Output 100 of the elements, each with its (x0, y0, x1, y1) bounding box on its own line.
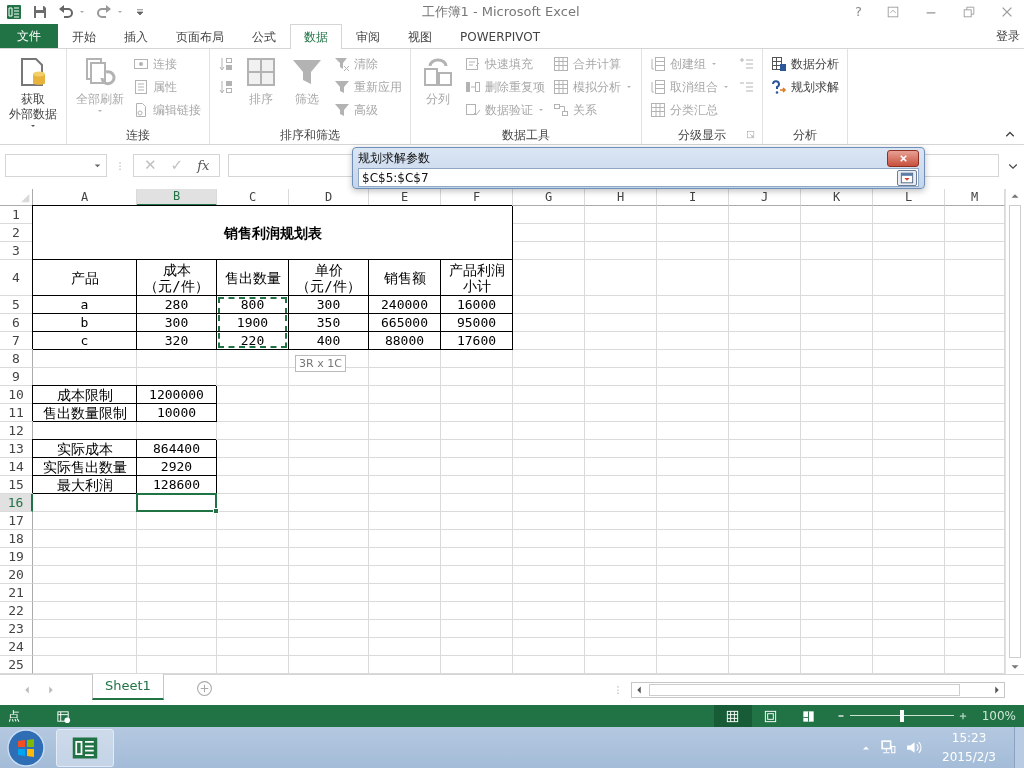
empty-cell[interactable] (137, 530, 217, 548)
row-header[interactable]: 23 (0, 620, 33, 638)
empty-cell[interactable] (801, 458, 873, 476)
empty-cell[interactable] (657, 422, 729, 440)
empty-cell[interactable] (289, 458, 369, 476)
empty-cell[interactable] (441, 530, 513, 548)
empty-cell[interactable] (513, 386, 585, 404)
empty-cell[interactable] (801, 476, 873, 494)
empty-cell[interactable] (801, 368, 873, 386)
zoom-level[interactable]: 100% (981, 707, 1016, 725)
empty-cell[interactable] (729, 242, 801, 260)
empty-cell[interactable] (873, 638, 945, 656)
empty-cell[interactable] (369, 548, 441, 566)
taskbar-button[interactable] (56, 728, 114, 767)
empty-cell[interactable] (873, 458, 945, 476)
empty-cell[interactable] (729, 602, 801, 620)
ribbon-tab[interactable]: 数据 (290, 24, 342, 49)
ribbon-button[interactable]: 数据分析 (769, 52, 841, 75)
empty-cell[interactable] (513, 350, 585, 368)
column-header[interactable]: G (513, 189, 585, 206)
empty-cell[interactable] (369, 440, 441, 458)
empty-cell[interactable] (217, 620, 289, 638)
empty-cell[interactable] (657, 296, 729, 314)
empty-cell[interactable] (513, 566, 585, 584)
empty-cell[interactable] (137, 584, 217, 602)
collapse-button[interactable] (897, 169, 917, 186)
empty-cell[interactable] (441, 512, 513, 530)
empty-cell[interactable] (585, 260, 657, 296)
empty-cell[interactable] (873, 350, 945, 368)
empty-cell[interactable] (513, 458, 585, 476)
sign-in-link[interactable]: 登录 (996, 24, 1020, 48)
empty-cell[interactable] (137, 638, 217, 656)
empty-cell[interactable] (801, 260, 873, 296)
empty-cell[interactable] (873, 314, 945, 332)
macro-record-icon[interactable] (56, 708, 71, 724)
redo-icon[interactable] (96, 4, 112, 20)
empty-cell[interactable] (513, 602, 585, 620)
empty-cell[interactable] (441, 368, 513, 386)
empty-cell[interactable] (873, 404, 945, 422)
empty-cell[interactable] (801, 512, 873, 530)
empty-cell[interactable] (657, 440, 729, 458)
empty-cell[interactable] (873, 548, 945, 566)
caret-icon[interactable] (116, 8, 124, 16)
empty-cell[interactable] (801, 548, 873, 566)
empty-cell[interactable] (137, 548, 217, 566)
zoom-in-icon[interactable] (957, 711, 968, 721)
empty-cell[interactable] (657, 458, 729, 476)
empty-cell[interactable] (369, 530, 441, 548)
empty-cell[interactable] (657, 494, 729, 512)
empty-cell[interactable] (585, 206, 657, 224)
empty-cell[interactable] (585, 638, 657, 656)
empty-cell[interactable] (873, 584, 945, 602)
show-desktop-button[interactable] (1014, 727, 1024, 768)
empty-cell[interactable] (513, 548, 585, 566)
empty-cell[interactable] (289, 476, 369, 494)
row-header[interactable]: 9 (0, 368, 33, 386)
empty-cell[interactable] (657, 242, 729, 260)
empty-cell[interactable] (801, 440, 873, 458)
empty-cell[interactable] (585, 584, 657, 602)
empty-cell[interactable] (441, 638, 513, 656)
column-header[interactable]: J (729, 189, 801, 206)
empty-cell[interactable] (585, 566, 657, 584)
empty-cell[interactable] (585, 350, 657, 368)
empty-cell[interactable] (657, 602, 729, 620)
empty-cell[interactable] (369, 368, 441, 386)
empty-cell[interactable] (369, 404, 441, 422)
empty-cell[interactable] (585, 224, 657, 242)
empty-cell[interactable] (585, 242, 657, 260)
empty-cell[interactable] (657, 386, 729, 404)
row-header[interactable]: 12 (0, 422, 33, 440)
ribbon-tab[interactable]: 视图 (394, 24, 446, 48)
empty-cell[interactable] (729, 530, 801, 548)
empty-cell[interactable] (289, 566, 369, 584)
ribbon-display-icon[interactable] (886, 5, 900, 19)
formula-button[interactable]: fx (197, 155, 210, 176)
empty-cell[interactable] (585, 548, 657, 566)
empty-cell[interactable] (441, 584, 513, 602)
ribbon-tab[interactable]: POWERPIVOT (446, 24, 554, 48)
empty-cell[interactable] (729, 350, 801, 368)
empty-cell[interactable] (369, 566, 441, 584)
scroll-thumb[interactable] (649, 684, 960, 696)
empty-cell[interactable] (369, 494, 441, 512)
empty-cell[interactable] (585, 422, 657, 440)
empty-cell[interactable] (33, 530, 137, 548)
empty-cell[interactable] (801, 602, 873, 620)
empty-cell[interactable] (729, 260, 801, 296)
row-header[interactable]: 21 (0, 584, 33, 602)
empty-cell[interactable] (729, 584, 801, 602)
empty-cell[interactable] (513, 476, 585, 494)
empty-cell[interactable] (801, 224, 873, 242)
row-header[interactable]: 20 (0, 566, 33, 584)
dialog-launcher-icon[interactable] (746, 129, 756, 140)
empty-cell[interactable] (801, 242, 873, 260)
empty-cell[interactable] (873, 296, 945, 314)
empty-cell[interactable] (873, 206, 945, 224)
empty-cell[interactable] (369, 602, 441, 620)
empty-cell[interactable] (657, 224, 729, 242)
slider-thumb[interactable] (899, 710, 904, 722)
empty-cell[interactable] (729, 512, 801, 530)
empty-cell[interactable] (873, 332, 945, 350)
